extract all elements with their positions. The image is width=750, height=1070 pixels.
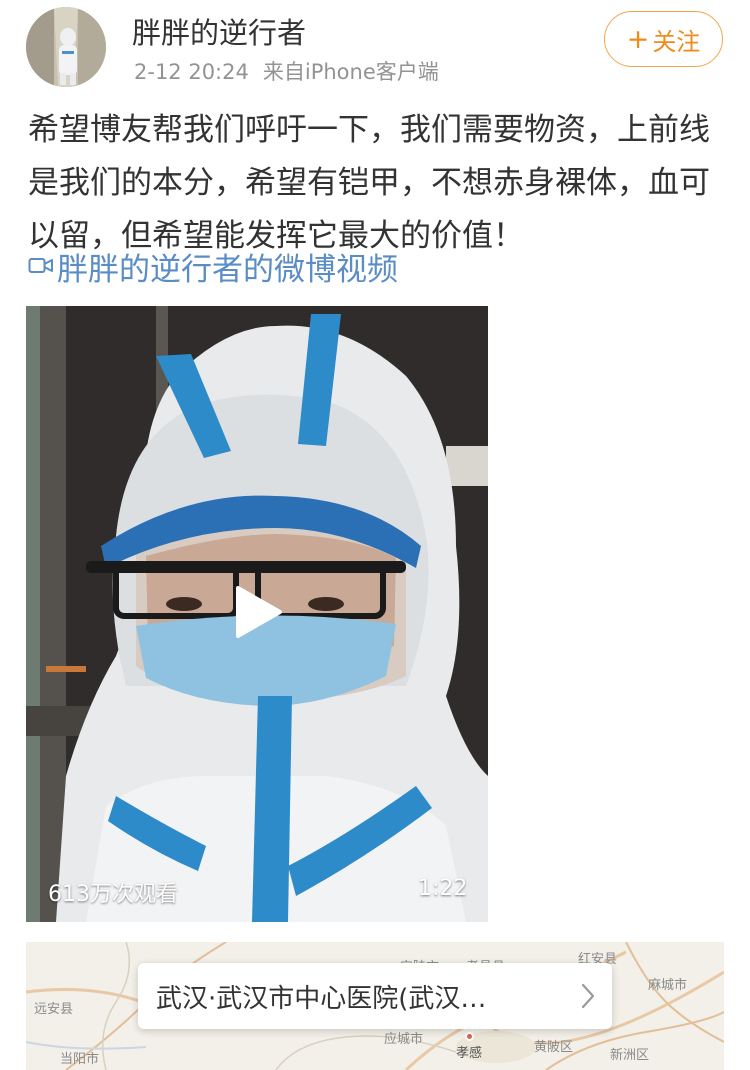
post-time: 2-12 20:24 — [134, 60, 249, 84]
video-link[interactable]: 胖胖的逆行者的微博视频 — [28, 244, 398, 289]
location-name: 武汉·武汉市中心医院(武汉… — [156, 983, 487, 1014]
username[interactable]: 胖胖的逆行者 — [132, 10, 306, 52]
plus-icon: + — [626, 23, 650, 55]
video-camera-icon — [28, 249, 54, 285]
map-label: 新洲区 — [610, 1048, 650, 1063]
map-label: 当阳市 — [60, 1052, 100, 1067]
location-card[interactable]: 武汉·武汉市中心医院(武汉… — [138, 963, 612, 1029]
view-count: 613万次观看 — [48, 882, 178, 907]
avatar[interactable] — [26, 7, 106, 87]
post-header: 胖胖的逆行者 2-12 20:24 来自iPhone客户端 + 关注 — [0, 0, 750, 95]
avatar-photo-icon — [26, 7, 106, 87]
video-duration: 1:22 — [418, 876, 468, 901]
map-label: 麻城市 — [648, 978, 688, 993]
play-icon[interactable] — [234, 584, 284, 644]
follow-button[interactable]: + 关注 — [604, 11, 723, 67]
post-source: 来自iPhone客户端 — [262, 60, 439, 84]
map-label: 应城市 — [384, 1032, 424, 1047]
map-pin-icon — [465, 1032, 474, 1041]
video-player[interactable] — [26, 306, 488, 922]
video-link-label: 胖胖的逆行者的微博视频 — [57, 252, 398, 288]
chevron-right-icon — [580, 982, 596, 1014]
map-label: 孝感 — [456, 1046, 483, 1061]
map-label: 黄陂区 — [534, 1040, 574, 1055]
map-label: 远安县 — [34, 1002, 74, 1017]
follow-label: 关注 — [652, 27, 701, 56]
post-meta: 2-12 20:24 来自iPhone客户端 — [134, 56, 439, 86]
post-text: 希望博友帮我们呼吁一下，我们需要物资，上前线是我们的本分，希望有铠甲，不想赤身裸… — [28, 112, 710, 254]
